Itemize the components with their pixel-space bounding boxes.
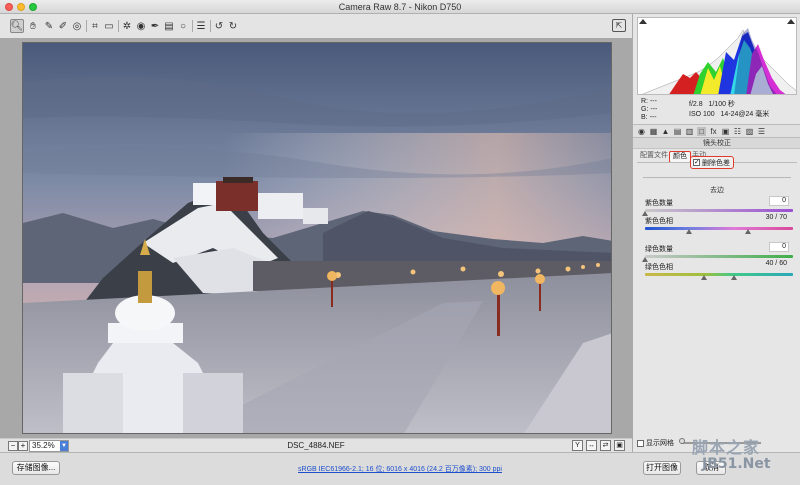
panel-switcher: ◉ ▦ ▲ ▤ ▥ □ fx ▣ ☷ ▨ ☰ xyxy=(633,124,800,138)
hand-icon[interactable]: ✋︎ xyxy=(26,19,40,33)
image-canvas xyxy=(0,38,632,438)
slider-label: 紫色色相 xyxy=(645,218,673,225)
panel-menu-icon[interactable]: ☰ xyxy=(757,127,766,136)
graduated-filter-icon[interactable]: ▤ xyxy=(162,19,176,33)
r-value: --- xyxy=(649,98,657,105)
lens-corrections-icon[interactable]: □ xyxy=(697,127,706,136)
straighten-icon[interactable]: ▭ xyxy=(102,19,116,33)
title-bar: Camera Raw 8.7 - Nikon D750 xyxy=(0,0,800,14)
slider-track[interactable] xyxy=(645,255,793,258)
histogram xyxy=(637,17,797,95)
grid-size-thumb[interactable] xyxy=(679,438,685,444)
aperture-value: f/2.8 xyxy=(689,101,703,108)
crop-icon[interactable]: ⌗ xyxy=(88,19,102,33)
swap-settings-icon[interactable]: ⇄ xyxy=(600,440,611,451)
hsl-icon[interactable]: ▤ xyxy=(673,127,682,136)
slider-thumb-right[interactable] xyxy=(731,275,737,280)
slider-label: 绿色色相 xyxy=(645,264,673,271)
rotate-left-icon[interactable]: ↺ xyxy=(212,19,226,33)
slider-label: 绿色数量 xyxy=(645,246,673,253)
watermark-line2: JB51.Net xyxy=(702,456,771,472)
preview-toggle-icon[interactable]: Y xyxy=(572,440,583,451)
zoom-icon[interactable]: 🔍︎ xyxy=(10,19,24,33)
open-image-button[interactable]: 打开图像 xyxy=(643,461,681,475)
camera-info-readout: R: --- G: --- B: --- f/2.8 1/100 秒 ISO 1… xyxy=(637,96,797,122)
effects-icon[interactable]: fx xyxy=(709,127,718,136)
toolbar-separator xyxy=(86,20,87,32)
slider-value: 30 / 70 xyxy=(765,214,787,221)
window-title: Camera Raw 8.7 - Nikon D750 xyxy=(338,2,462,12)
toggle-settings-icon[interactable]: ▣ xyxy=(614,440,625,451)
toolbar-separator xyxy=(118,20,119,32)
photo-image xyxy=(23,43,611,433)
toolbar-separator xyxy=(192,20,193,32)
camera-calibration-icon[interactable]: ▣ xyxy=(721,127,730,136)
watermark-line1: 脚本之家 xyxy=(692,438,761,457)
slider-thumb-left[interactable] xyxy=(686,229,692,234)
snapshots-icon[interactable]: ▨ xyxy=(745,127,754,136)
presets-icon[interactable]: ☷ xyxy=(733,127,742,136)
checkbox-unchecked-icon xyxy=(637,439,644,447)
slider-value: 40 / 60 xyxy=(765,260,787,267)
checkbox-checked-icon: ✓ xyxy=(693,159,700,166)
adjustment-brush-icon[interactable]: ✒ xyxy=(148,19,162,33)
slider-thumb-right[interactable] xyxy=(745,229,751,234)
show-grid-checkbox[interactable]: 显示网格 xyxy=(637,438,674,448)
color-sampler-icon[interactable]: ✐ xyxy=(56,19,70,33)
tab-profile[interactable]: 配置文件 xyxy=(637,151,671,161)
b-label: B: xyxy=(641,114,648,121)
toolbar-separator xyxy=(210,20,211,32)
r-label: R: xyxy=(641,98,648,105)
white-balance-icon[interactable]: ✎ xyxy=(42,19,56,33)
iso-value: ISO 100 xyxy=(689,111,715,118)
defringe-title: 去边 xyxy=(710,187,724,194)
target-adjust-icon[interactable]: ◎ xyxy=(70,19,84,33)
basic-panel-icon[interactable]: ◉ xyxy=(637,127,646,136)
divider xyxy=(643,177,791,178)
slider-label: 紫色数量 xyxy=(645,200,673,207)
lens-value: 14-24@24 毫米 xyxy=(720,111,770,118)
fullscreen-icon[interactable]: ⇱ xyxy=(612,19,626,32)
tone-curve-icon[interactable]: ▦ xyxy=(649,127,658,136)
red-eye-icon[interactable]: ◉ xyxy=(134,19,148,33)
slider-value[interactable]: 0 xyxy=(769,196,789,206)
slider-track[interactable] xyxy=(645,273,793,276)
slider-value[interactable]: 0 xyxy=(769,242,789,252)
split-toning-icon[interactable]: ▥ xyxy=(685,127,694,136)
settings-panel: R: --- G: --- B: --- f/2.8 1/100 秒 ISO 1… xyxy=(632,14,800,452)
slider-thumb-left[interactable] xyxy=(701,275,707,280)
show-grid-label: 显示网格 xyxy=(646,440,674,447)
preferences-icon[interactable]: ☰ xyxy=(194,19,208,33)
exposure-info: f/2.8 1/100 秒 ISO 100 14-24@24 毫米 xyxy=(689,100,769,120)
remove-ca-label: 删除色差 xyxy=(702,159,730,167)
histogram-graph xyxy=(642,28,796,94)
footer-bar: 存储图像... sRGB IEC61966-2.1; 16 位; 6016 x … xyxy=(0,452,800,485)
b-value: --- xyxy=(649,114,657,121)
detail-icon[interactable]: ▲ xyxy=(661,127,670,136)
before-after-icon[interactable]: ↔ xyxy=(586,440,597,451)
radial-filter-icon[interactable]: ○ xyxy=(176,19,190,33)
rotate-right-icon[interactable]: ↻ xyxy=(226,19,240,33)
shutter-value: 1/100 秒 xyxy=(708,101,735,108)
g-label: G: xyxy=(641,106,649,113)
tool-bar: 🔍︎ ✋︎ ✎ ✐ ◎ ⌗ ▭ ✲ ◉ ✒ ▤ ○ ☰ ↺ ↻ xyxy=(0,14,632,38)
highlight-clipping-icon[interactable] xyxy=(787,19,795,24)
site-watermark: 脚本之家 JB51.Net xyxy=(692,434,796,482)
slider-track[interactable] xyxy=(645,209,793,212)
panel-title: 镜头校正 xyxy=(633,138,800,149)
shadow-clipping-icon[interactable] xyxy=(639,19,647,24)
photo-preview[interactable] xyxy=(22,42,612,434)
rgb-readout: R: --- G: --- B: --- xyxy=(641,98,657,122)
g-value: --- xyxy=(650,106,658,113)
file-name: DSC_4884.NEF xyxy=(287,441,345,450)
canvas-status-bar: − + 35.2% ▼ DSC_4884.NEF Y ↔ ⇄ ▣ xyxy=(0,438,632,452)
slider-track[interactable] xyxy=(645,227,793,230)
remove-chromatic-aberration-checkbox[interactable]: ✓ 删除色差 xyxy=(690,156,734,169)
spot-removal-icon[interactable]: ✲ xyxy=(120,19,134,33)
